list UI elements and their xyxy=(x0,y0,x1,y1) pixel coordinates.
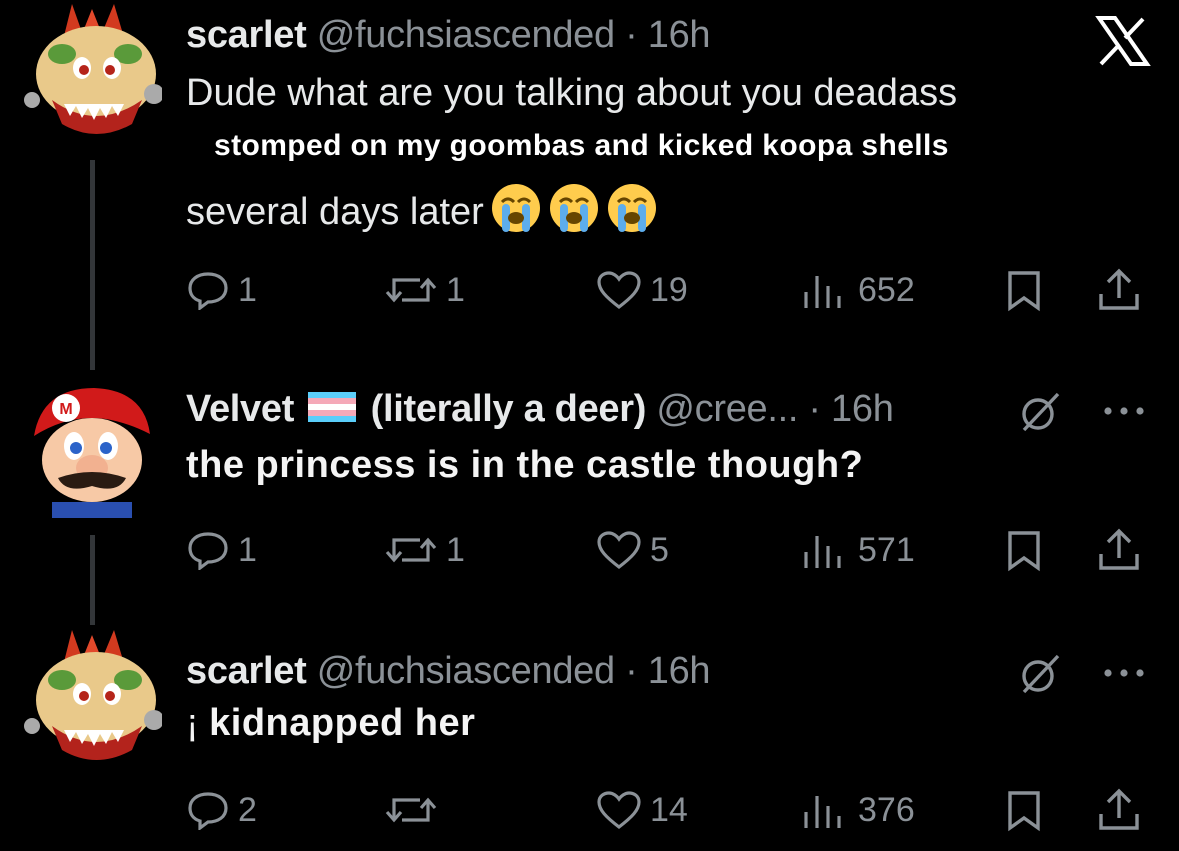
tweet-text-body: kidnapped her xyxy=(209,702,476,744)
view-count: 571 xyxy=(858,530,915,569)
display-name[interactable]: Velvet xyxy=(186,388,294,430)
handle[interactable]: @fuchsiascended xyxy=(317,14,615,56)
heart-icon xyxy=(597,791,641,830)
repost-icon xyxy=(385,537,437,563)
thread-connector xyxy=(90,160,95,370)
reply-count: 1 xyxy=(238,270,257,309)
views-button[interactable]: 571 xyxy=(800,530,915,570)
separator: · xyxy=(808,388,821,430)
reply-count: 2 xyxy=(238,790,257,829)
grok-icon[interactable] xyxy=(1018,652,1062,696)
reply-button[interactable]: 1 xyxy=(186,530,257,570)
repost-icon xyxy=(385,277,437,303)
heart-icon xyxy=(597,531,641,570)
tweet-text: ¡ kidnapped her xyxy=(186,702,475,745)
reply-count: 1 xyxy=(238,530,257,569)
caption-overlay: stomped on my goombas and kicked koopa s… xyxy=(214,129,949,162)
tweet-header: Velvet (literally a deer) @cree... · 16h xyxy=(186,388,894,431)
repost-count: 1 xyxy=(446,270,465,309)
loudly-crying-face-icon xyxy=(607,184,656,232)
tweet-header: scarlet @fuchsiascended · 16h xyxy=(186,650,711,693)
views-icon xyxy=(804,796,841,828)
repost-button[interactable] xyxy=(384,790,446,830)
timestamp[interactable]: 16h xyxy=(831,388,894,430)
reply-icon xyxy=(188,272,228,310)
like-button[interactable]: 19 xyxy=(596,270,688,310)
timestamp[interactable]: 16h xyxy=(648,14,711,56)
display-name[interactable]: scarlet xyxy=(186,14,307,56)
reply-icon xyxy=(188,532,228,570)
like-count: 5 xyxy=(650,530,669,569)
reply-icon xyxy=(188,792,228,830)
like-button[interactable]: 5 xyxy=(596,530,669,570)
tweet-text: Dude what are you talking about you dead… xyxy=(186,72,958,114)
display-name[interactable]: scarlet xyxy=(186,650,307,692)
bowser-avatar[interactable] xyxy=(22,4,162,144)
bookmark-icon[interactable] xyxy=(1004,790,1044,832)
thread-connector xyxy=(90,535,95,625)
display-name-suffix[interactable]: (literally a deer) xyxy=(371,388,647,430)
more-options-icon[interactable] xyxy=(1102,666,1146,680)
like-count: 19 xyxy=(650,270,688,309)
bookmark-icon[interactable] xyxy=(1004,270,1044,312)
reply-button[interactable]: 2 xyxy=(186,790,257,830)
timestamp[interactable]: 16h xyxy=(648,650,711,692)
tweet-text-prefix: ¡ xyxy=(186,702,200,744)
mario-avatar[interactable]: M xyxy=(22,378,162,518)
x-logo-icon[interactable] xyxy=(1095,16,1151,66)
bowser-avatar[interactable] xyxy=(22,630,162,770)
share-icon[interactable] xyxy=(1096,528,1142,572)
svg-text:M: M xyxy=(59,401,72,418)
handle[interactable]: @fuchsiascended xyxy=(317,650,615,692)
handle[interactable]: @cree... xyxy=(656,388,798,430)
more-options-icon[interactable] xyxy=(1102,404,1146,418)
loudly-crying-face-icon xyxy=(491,184,540,232)
share-icon[interactable] xyxy=(1096,268,1142,312)
repost-button[interactable]: 1 xyxy=(384,270,465,310)
tweet-header: scarlet @fuchsiascended · 16h xyxy=(186,14,711,57)
like-count: 14 xyxy=(650,790,688,829)
tweet-text-line: several days later xyxy=(186,191,484,234)
views-icon xyxy=(804,536,841,568)
separator: · xyxy=(625,14,638,56)
like-button[interactable]: 14 xyxy=(596,790,688,830)
repost-count: 1 xyxy=(446,530,465,569)
transgender-flag-icon xyxy=(308,391,357,422)
separator: · xyxy=(625,650,638,692)
view-count: 652 xyxy=(858,270,915,309)
loudly-crying-face-icon xyxy=(549,184,598,232)
tweet-text: the princess is in the castle though? xyxy=(186,444,864,486)
heart-icon xyxy=(597,271,641,310)
views-button[interactable]: 652 xyxy=(800,270,915,310)
bookmark-icon[interactable] xyxy=(1004,530,1044,572)
repost-button[interactable]: 1 xyxy=(384,530,465,570)
view-count: 376 xyxy=(858,790,915,829)
grok-icon[interactable] xyxy=(1018,390,1062,434)
views-button[interactable]: 376 xyxy=(800,790,915,830)
reply-button[interactable]: 1 xyxy=(186,270,257,310)
share-icon[interactable] xyxy=(1096,788,1142,832)
repost-icon xyxy=(385,797,437,823)
tweet-text: several days later xyxy=(186,184,658,240)
views-icon xyxy=(804,276,841,308)
